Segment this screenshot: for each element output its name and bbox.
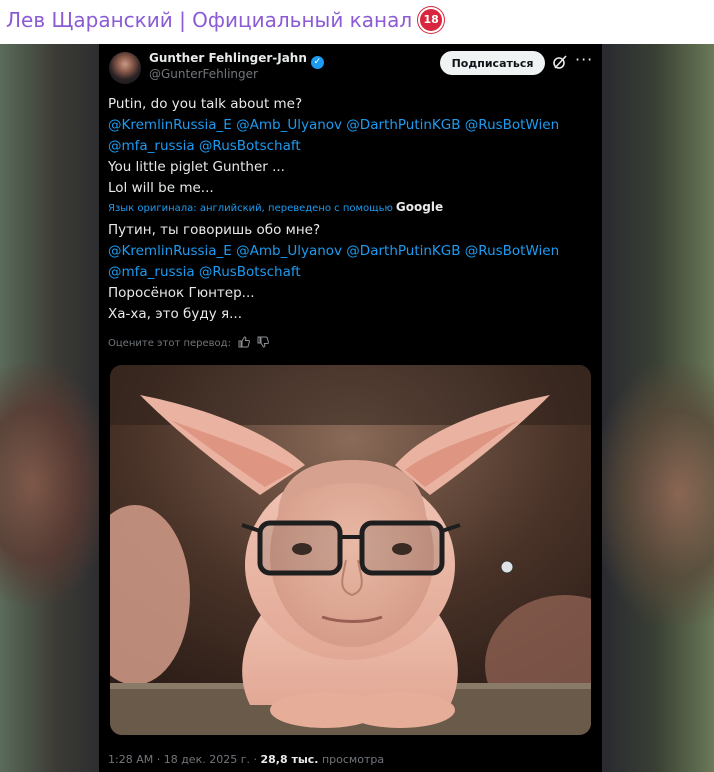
grok-icon[interactable] [551,53,569,71]
verified-badge-icon: ✓ [310,56,324,69]
avatar[interactable] [109,52,141,84]
author-name-text: Gunther Fehlinger-Jahn [149,51,307,65]
translation-note[interactable]: Язык оригинала: английский, переведено с… [108,200,443,214]
tweet-mentions[interactable]: @KremlinRussia_E @Amb_Ulyanov @DarthPuti… [108,117,559,133]
rate-translation-label: Оцените этот перевод: [108,338,231,349]
tweet-text-line: Lol will be me... [108,180,214,196]
translation-note-text: Язык оригинала: английский, переведено с… [108,203,393,214]
channel-title[interactable]: Лев Щаранский | Официальный канал 18 [6,6,445,35]
more-options-icon[interactable]: ··· [575,50,593,69]
author-handle[interactable]: @GunterFehlinger [149,67,258,81]
tweet-text-line: You little piglet Gunther ... [108,159,285,175]
tweet-mentions[interactable]: @mfa_russia @RusBotschaft [108,138,301,154]
age-18-icon: 18 [418,6,445,33]
subscribe-button[interactable]: Подписаться [440,51,545,75]
rate-translation: Оцените этот перевод: [108,336,270,349]
tweet-card: Gunther Fehlinger-Jahn ✓ @GunterFehlinger… [99,44,602,772]
views-label: просмотра [321,753,385,766]
views-count: 28,8 тыс. [260,753,319,766]
translated-text-line: Поросёнок Гюнтер... [108,285,255,301]
pig-with-glasses-image [110,365,591,735]
tweet-timestamp[interactable]: 1:28 AM · 18 дек. 2025 г. · [108,753,257,766]
channel-title-text: Лев Щаранский | Официальный канал [6,8,413,32]
tweet-footer: 1:28 AM · 18 дек. 2025 г. · 28,8 тыс. пр… [108,753,384,766]
tweet-image[interactable] [110,365,591,735]
channel-header: Лев Щаранский | Официальный канал 18 [0,0,714,44]
translated-mentions[interactable]: @mfa_russia @RusBotschaft [108,264,301,280]
translated-text-line: Ха-ха, это буду я... [108,306,242,322]
thumbs-down-icon[interactable] [257,336,270,348]
translated-text-line: Путин, ты говоришь обо мне? [108,222,321,238]
google-logo: Google [395,200,444,214]
thumbs-up-icon[interactable] [238,336,251,348]
tweet-text-line: Putin, do you talk about me? [108,96,303,112]
translated-mentions[interactable]: @KremlinRussia_E @Amb_Ulyanov @DarthPuti… [108,243,559,259]
